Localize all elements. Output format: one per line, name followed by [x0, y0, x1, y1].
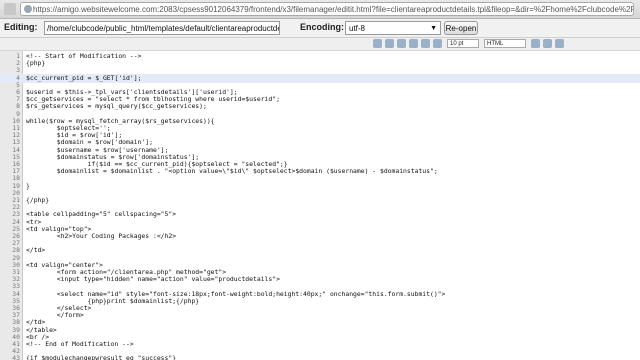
editor-header-bar: Editing: /home/clubcode/public_html/temp…: [0, 19, 640, 38]
line-number: 43: [12, 354, 20, 360]
browser-address-bar: https://amigo.websitewelcome.com:2083/cp…: [0, 0, 640, 19]
search-icon[interactable]: [373, 39, 382, 48]
encoding-label: Encoding:: [300, 22, 344, 32]
reset-highlight-icon[interactable]: [543, 39, 552, 48]
chevron-down-icon: ▼: [430, 25, 437, 32]
file-path-field[interactable]: /home/clubcode/public_html/templates/def…: [44, 21, 280, 35]
site-globe-icon: [24, 5, 32, 13]
editing-label: Editing:: [4, 22, 38, 32]
browser-nav-icon[interactable]: [4, 3, 16, 15]
url-field[interactable]: https://amigo.websitewelcome.com:2083/cp…: [20, 2, 634, 16]
help-icon[interactable]: [555, 39, 564, 48]
redo-icon[interactable]: [409, 39, 418, 48]
code-line[interactable]: 43 {if $modulechangepwresult eq "success"…: [0, 354, 640, 360]
font-size-select[interactable]: 10 pt: [447, 39, 479, 48]
code-editor-toolbar: 10 pt HTML: [0, 38, 640, 51]
encoding-select[interactable]: utf-8 ▼: [345, 21, 441, 35]
syntax-select[interactable]: HTML: [484, 39, 526, 48]
url-text: https://amigo.websitewelcome.com:2083/cp…: [33, 5, 634, 14]
replace-icon[interactable]: [385, 39, 394, 48]
goto-line-icon[interactable]: [421, 39, 430, 48]
code-text: {if $modulechangepwresult eq "success"}: [26, 354, 177, 360]
fullscreen-icon[interactable]: [433, 39, 442, 48]
highlight-toggle-icon[interactable]: [531, 39, 540, 48]
reopen-button[interactable]: Re-open: [444, 21, 478, 35]
encoding-value: utf-8: [349, 24, 366, 33]
code-editor[interactable]: 1 <!-- Start of Modification --> 2 {php} 3 4 $…: [0, 51, 640, 360]
undo-icon[interactable]: [397, 39, 406, 48]
